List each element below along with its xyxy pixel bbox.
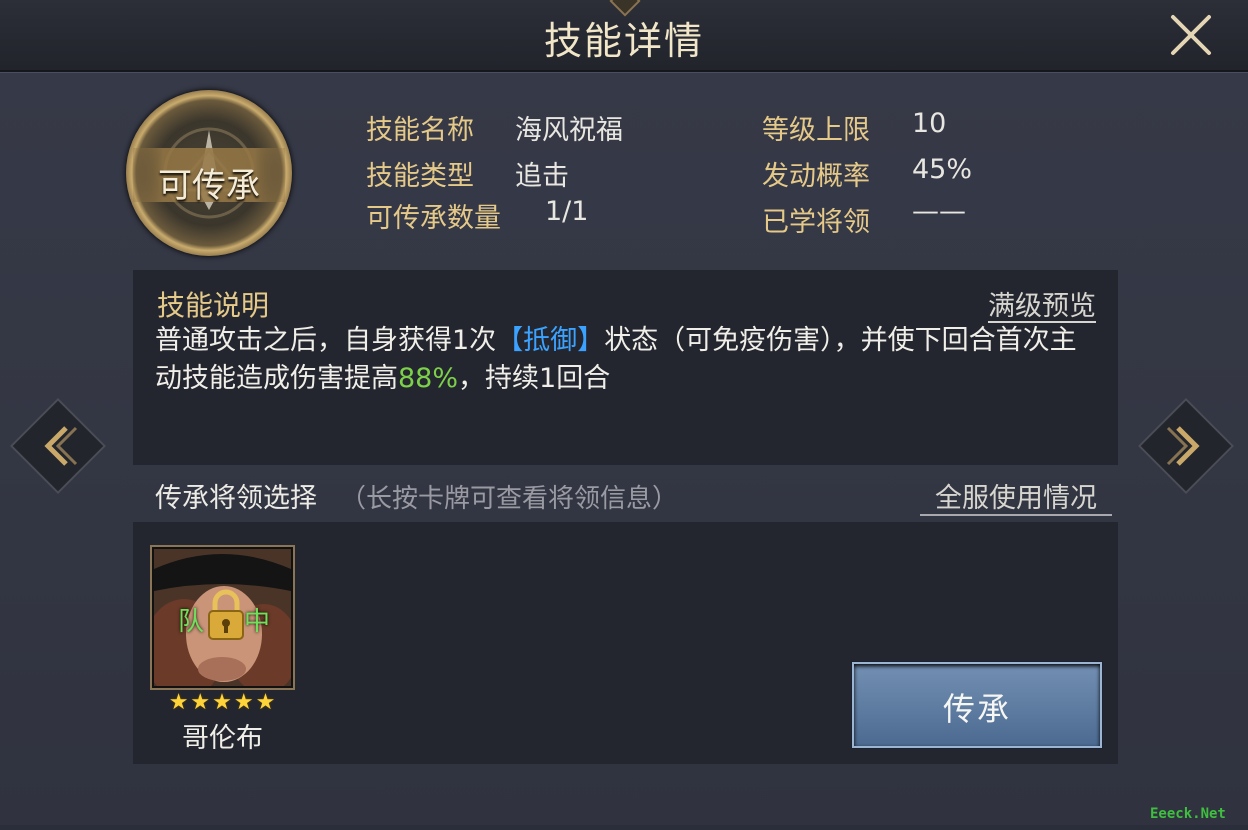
learned-by-label: 已学将领 [762, 207, 870, 238]
inherit-button-label: 传承 [942, 690, 1011, 728]
skill-name-label: 技能名称 [366, 115, 474, 146]
description-text-part1: 普通攻击之后，自身获得1次 [155, 325, 497, 356]
skill-type-value: 追击 [515, 161, 569, 192]
title-bar: 技能详情 [0, 0, 1248, 72]
description-text: 普通攻击之后，自身获得1次【抵御】状态（可免疫伤害），并使下回合首次主动技能造成… [155, 322, 1095, 398]
inherit-button[interactable]: 传承 [852, 662, 1102, 748]
lock-icon [208, 589, 244, 640]
hero-status-left: 队 [178, 607, 205, 637]
hero-star-rating: ★★★★★ [168, 690, 278, 715]
trigger-rate-label: 发动概率 [762, 161, 870, 192]
level-cap-value: 10 [912, 108, 947, 139]
description-keyword: 【抵御】 [496, 325, 605, 356]
inherit-count-label: 可传承数量 [366, 203, 501, 234]
hero-name: 哥伦布 [182, 723, 263, 754]
inherit-section-title: 传承将领选择 [155, 483, 317, 514]
page-title: 技能详情 [543, 19, 704, 63]
chevron-right-icon [1166, 426, 1200, 466]
description-text-part3: ，持续1回合 [458, 363, 611, 394]
skill-medal: 可传承 [126, 90, 292, 256]
description-title: 技能说明 [157, 289, 270, 322]
level-cap-label: 等级上限 [762, 115, 870, 146]
inherit-count-value: 1/1 [545, 196, 589, 227]
hero-portrait: 队 中 [154, 549, 291, 686]
chevron-left-icon [44, 426, 78, 466]
server-usage-link[interactable]: 全服使用情况 [920, 476, 1112, 516]
inherit-section-hint: （长按卡牌可查看将领信息） [340, 484, 679, 514]
watermark: Eeeck.Net [1150, 806, 1226, 822]
description-value: 88% [398, 363, 459, 394]
close-button[interactable] [1168, 12, 1214, 58]
inheritable-badge-label: 可传承 [158, 166, 260, 206]
close-icon [1171, 15, 1211, 55]
max-level-preview-link[interactable]: 满级预览 [988, 284, 1096, 323]
hero-card[interactable]: 队 中 [150, 545, 295, 690]
skill-name-value: 海风祝福 [515, 115, 623, 146]
skill-type-label: 技能类型 [366, 161, 474, 192]
learned-by-value: —— [912, 196, 966, 227]
trigger-rate-value: 45% [912, 154, 973, 185]
hero-status-right: 中 [244, 607, 271, 637]
skill-description-box: 技能说明 满级预览 普通攻击之后，自身获得1次【抵御】状态（可免疫伤害），并使下… [133, 270, 1118, 465]
